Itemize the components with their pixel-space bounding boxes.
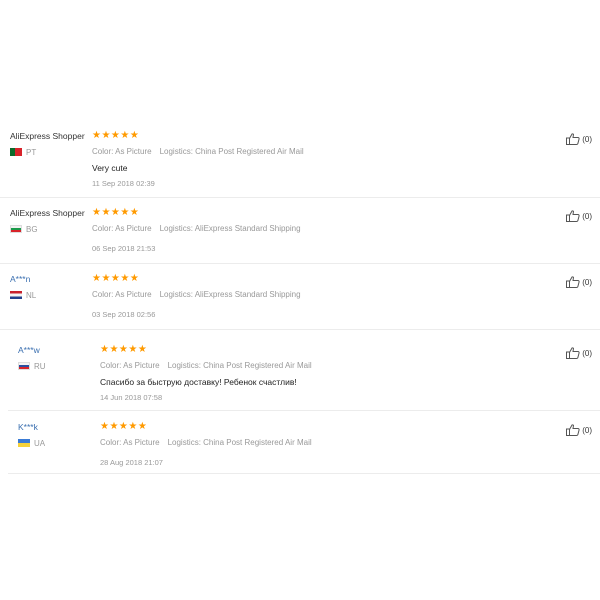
reviewer-country: NL bbox=[10, 290, 90, 300]
thumbs-up-icon bbox=[566, 276, 580, 288]
review-date: 06 Sep 2018 21:53 bbox=[92, 244, 156, 253]
helpful-button[interactable]: (0) bbox=[566, 347, 592, 359]
star-rating: ★★★★★ bbox=[92, 207, 140, 218]
order-color: Color: As Picture bbox=[100, 361, 160, 370]
flag-ua-icon bbox=[18, 439, 30, 447]
helpful-button[interactable]: (0) bbox=[566, 133, 592, 145]
helpful-button[interactable]: (0) bbox=[566, 424, 592, 436]
order-logistics: Logistics: China Post Registered Air Mai… bbox=[159, 147, 304, 156]
star-rating: ★★★★★ bbox=[92, 130, 140, 141]
reviewer-info: AliExpress Shopper PT bbox=[10, 130, 90, 157]
order-logistics: Logistics: China Post Registered Air Mai… bbox=[167, 438, 312, 447]
review-text: Very cute bbox=[92, 163, 128, 173]
order-color: Color: As Picture bbox=[92, 224, 152, 233]
country-code: RU bbox=[34, 361, 46, 371]
review-body: ★★★★★ Color: As Picture Logistics: AliExp… bbox=[92, 273, 532, 321]
country-code: UA bbox=[34, 438, 46, 448]
reviewer-country: RU bbox=[18, 361, 98, 371]
star-rating: ★★★★★ bbox=[100, 421, 148, 432]
reviewer-name: K***k bbox=[18, 422, 38, 432]
reviewer-name: AliExpress Shopper bbox=[10, 131, 85, 141]
reviewer-info: A***n NL bbox=[10, 273, 90, 300]
review-date: 11 Sep 2018 02:39 bbox=[92, 179, 155, 188]
flag-bg-icon bbox=[10, 225, 22, 233]
helpful-count: (0) bbox=[582, 134, 592, 144]
flag-ru-icon bbox=[18, 362, 30, 370]
review-body: ★★★★★ Color: As Picture Logistics: China … bbox=[100, 344, 540, 404]
review-item: A***w RU ★★★★★ Color: As Picture Logistic… bbox=[8, 344, 600, 411]
review-item: AliExpress Shopper PT ★★★★★ Color: As Pi… bbox=[0, 130, 600, 198]
order-color: Color: As Picture bbox=[92, 290, 152, 299]
reviewer-info: AliExpress Shopper BG bbox=[10, 207, 90, 234]
reviewer-info: K***k UA bbox=[18, 421, 98, 448]
thumbs-up-icon bbox=[566, 347, 580, 359]
country-code: NL bbox=[26, 290, 37, 300]
helpful-count: (0) bbox=[582, 211, 592, 221]
helpful-button[interactable]: (0) bbox=[566, 276, 592, 288]
helpful-count: (0) bbox=[582, 277, 592, 287]
helpful-button[interactable]: (0) bbox=[566, 210, 592, 222]
review-body: ★★★★★ Color: As Picture Logistics: China … bbox=[100, 421, 540, 469]
thumbs-up-icon bbox=[566, 133, 580, 145]
order-logistics: Logistics: AliExpress Standard Shipping bbox=[159, 224, 301, 233]
order-info: Color: As Picture Logistics: China Post R… bbox=[100, 437, 540, 449]
order-logistics: Logistics: AliExpress Standard Shipping bbox=[159, 290, 301, 299]
review-item: K***k UA ★★★★★ Color: As Picture Logistic… bbox=[8, 421, 600, 474]
review-body: ★★★★★ Color: As Picture Logistics: China … bbox=[92, 130, 532, 190]
reviewer-name: A***w bbox=[18, 345, 40, 355]
thumbs-up-icon bbox=[566, 424, 580, 436]
review-item: A***n NL ★★★★★ Color: As Picture Logistic… bbox=[0, 273, 600, 330]
thumbs-up-icon bbox=[566, 210, 580, 222]
country-code: PT bbox=[26, 147, 37, 157]
order-logistics: Logistics: China Post Registered Air Mai… bbox=[167, 361, 312, 370]
helpful-count: (0) bbox=[582, 425, 592, 435]
flag-nl-icon bbox=[10, 291, 22, 299]
review-item: AliExpress Shopper BG ★★★★★ Color: As Pi… bbox=[0, 207, 600, 264]
order-info: Color: As Picture Logistics: China Post R… bbox=[100, 360, 540, 372]
order-color: Color: As Picture bbox=[92, 147, 152, 156]
review-body: ★★★★★ Color: As Picture Logistics: AliExp… bbox=[92, 207, 532, 255]
order-color: Color: As Picture bbox=[100, 438, 160, 447]
star-rating: ★★★★★ bbox=[100, 344, 148, 355]
order-info: Color: As Picture Logistics: China Post R… bbox=[92, 146, 532, 158]
reviewer-name: AliExpress Shopper bbox=[10, 208, 85, 218]
reviewer-country: BG bbox=[10, 224, 90, 234]
order-info: Color: As Picture Logistics: AliExpress S… bbox=[92, 289, 532, 301]
review-date: 14 Jun 2018 07:58 bbox=[100, 393, 163, 402]
reviewer-info: A***w RU bbox=[18, 344, 98, 371]
reviewer-country: PT bbox=[10, 147, 90, 157]
review-date: 03 Sep 2018 02:56 bbox=[92, 310, 156, 319]
helpful-count: (0) bbox=[582, 348, 592, 358]
reviewer-country: UA bbox=[18, 438, 98, 448]
order-info: Color: As Picture Logistics: AliExpress S… bbox=[92, 223, 532, 235]
reviewer-name: A***n bbox=[10, 274, 31, 284]
flag-pt-icon bbox=[10, 148, 22, 156]
review-text: Спасибо за быструю доставку! Ребенок сча… bbox=[100, 377, 297, 387]
star-rating: ★★★★★ bbox=[92, 273, 140, 284]
country-code: BG bbox=[26, 224, 38, 234]
review-date: 28 Aug 2018 21:07 bbox=[100, 458, 163, 467]
